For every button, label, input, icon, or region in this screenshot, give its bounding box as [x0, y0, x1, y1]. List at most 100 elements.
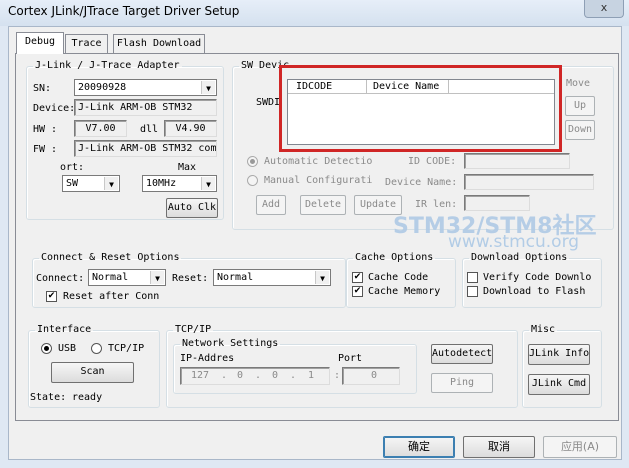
automatic-detection-radio[interactable]: [247, 156, 258, 167]
ip-port-separator: :: [334, 370, 341, 381]
cache-memory-checkbox[interactable]: ✔: [352, 286, 363, 297]
port-select[interactable]: SW ▼: [62, 175, 120, 192]
tab-flash-download[interactable]: Flash Download: [113, 34, 205, 54]
port-number-label: Port: [338, 353, 363, 364]
ip-octet-1: 127: [191, 370, 210, 381]
jlink-cmd-button[interactable]: JLink Cmd: [528, 374, 590, 395]
ip-octet-3: 0: [272, 370, 279, 381]
reset-value: Normal: [217, 272, 254, 283]
auto-clk-button[interactable]: Auto Clk: [166, 198, 218, 218]
connect-reset-legend: Connect & Reset Options: [41, 252, 180, 263]
max-clock-select[interactable]: 10MHz ▼: [142, 175, 217, 192]
add-button[interactable]: Add: [256, 195, 286, 215]
hw-label: HW :: [33, 124, 58, 135]
usb-label: USB: [58, 343, 77, 354]
cache-memory-label: Cache Memory: [368, 286, 441, 297]
chevron-down-icon: ▼: [104, 177, 118, 190]
reset-after-conn-label: Reset after Conn: [63, 291, 160, 302]
cache-code-label: Cache Code: [368, 272, 429, 283]
hw-value: V7.00: [85, 123, 116, 134]
checkmark-icon: ✔: [353, 272, 362, 282]
id-code-label: ID CODE:: [408, 156, 457, 167]
reset-select[interactable]: Normal ▼: [213, 269, 331, 286]
fw-value: J-Link ARM-OB STM32 comj: [78, 143, 217, 154]
scan-button[interactable]: Scan: [51, 362, 134, 383]
tcpip-label: TCP/IP: [108, 343, 145, 354]
swdi-label: SWDI: [256, 97, 281, 108]
interface-legend: Interface: [37, 324, 92, 335]
apply-button[interactable]: 应用(A): [543, 436, 617, 458]
ip-octet-2: 0: [237, 370, 244, 381]
tab-debug[interactable]: Debug: [16, 32, 64, 54]
sn-select[interactable]: 20090928 ▼: [74, 79, 217, 96]
cancel-button[interactable]: 取消: [463, 436, 535, 458]
chevron-down-icon: ▼: [201, 81, 215, 94]
tab-debug-label: Debug: [24, 36, 56, 47]
chevron-down-icon: ▼: [150, 271, 164, 284]
port-number-value: 0: [371, 370, 378, 381]
max-clock-value: 10MHz: [146, 178, 177, 189]
move-up-button[interactable]: Up: [565, 96, 595, 116]
connect-value: Normal: [92, 272, 129, 283]
chevron-down-icon: ▼: [201, 177, 215, 190]
device-label: Device:: [33, 103, 76, 114]
title-bar: Cortex JLink/JTrace Target Driver Setup: [0, 0, 629, 26]
cache-code-checkbox[interactable]: ✔: [352, 272, 363, 283]
tab-flash-download-label: Flash Download: [116, 38, 202, 49]
ip-dot: .: [255, 370, 262, 381]
dll-value: V4.90: [175, 123, 206, 134]
fw-label: FW :: [33, 144, 58, 155]
reset-after-conn-checkbox[interactable]: ✔: [46, 291, 57, 302]
watermark-url: www.stmcu.org: [448, 232, 580, 252]
jlink-info-button[interactable]: JLink Info: [528, 344, 590, 365]
dll-field: V4.90: [164, 120, 217, 137]
automatic-detection-label: Automatic Detectio: [264, 156, 373, 167]
usb-radio[interactable]: [41, 343, 52, 354]
download-options-legend: Download Options: [471, 252, 568, 263]
checkmark-icon: ✔: [353, 286, 362, 296]
ok-button[interactable]: 确定: [383, 436, 455, 458]
misc-group: Misc: [522, 324, 602, 408]
port-value: SW: [66, 178, 79, 189]
tcpip-legend: TCP/IP: [175, 324, 212, 335]
hw-field: V7.00: [74, 120, 127, 137]
download-to-flash-label: Download to Flash: [483, 286, 586, 297]
verify-code-download-checkbox[interactable]: [467, 272, 478, 283]
download-to-flash-checkbox[interactable]: [467, 286, 478, 297]
ip-address-field[interactable]: 127 . 0 . 0 . 1: [180, 367, 330, 385]
tcpip-radio[interactable]: [91, 343, 102, 354]
device-value: J-Link ARM-OB STM32: [78, 102, 193, 113]
manual-configuration-radio[interactable]: [247, 175, 258, 186]
chevron-down-icon: ▼: [315, 271, 329, 284]
device-name-field[interactable]: [464, 174, 594, 190]
port-label: ort:: [60, 162, 85, 173]
close-button[interactable]: x: [584, 0, 624, 18]
window-title: Cortex JLink/JTrace Target Driver Setup: [8, 4, 240, 18]
verify-code-download-label: Verify Code Downlo: [483, 272, 592, 283]
reset-label: Reset:: [172, 273, 209, 284]
manual-configuration-label: Manual Configurati: [264, 175, 373, 186]
max-label: Max: [178, 162, 197, 173]
ip-octet-4: 1: [308, 370, 315, 381]
connect-label: Connect:: [36, 273, 85, 284]
misc-legend: Misc: [531, 324, 556, 335]
fw-field: J-Link ARM-OB STM32 comj: [74, 140, 217, 157]
delete-button[interactable]: Delete: [300, 195, 346, 215]
device-name-label: Device Name:: [385, 177, 458, 188]
ping-button[interactable]: Ping: [431, 373, 493, 393]
highlight-annotation: [279, 65, 562, 152]
move-down-button[interactable]: Down: [565, 120, 595, 140]
port-number-field[interactable]: 0: [342, 367, 400, 385]
tab-trace[interactable]: Trace: [65, 34, 108, 54]
cache-options-legend: Cache Options: [355, 252, 434, 263]
close-icon: x: [600, 1, 608, 14]
sn-label: SN:: [33, 83, 52, 94]
adapter-legend: J-Link / J-Trace Adapter: [35, 60, 180, 71]
checkmark-icon: ✔: [47, 291, 56, 301]
sn-value: 20090928: [78, 82, 127, 93]
autodetect-button[interactable]: Autodetect: [431, 344, 493, 364]
tab-trace-label: Trace: [71, 38, 102, 49]
device-field: J-Link ARM-OB STM32: [74, 99, 217, 116]
connect-select[interactable]: Normal ▼: [88, 269, 166, 286]
id-code-field[interactable]: [464, 153, 570, 169]
